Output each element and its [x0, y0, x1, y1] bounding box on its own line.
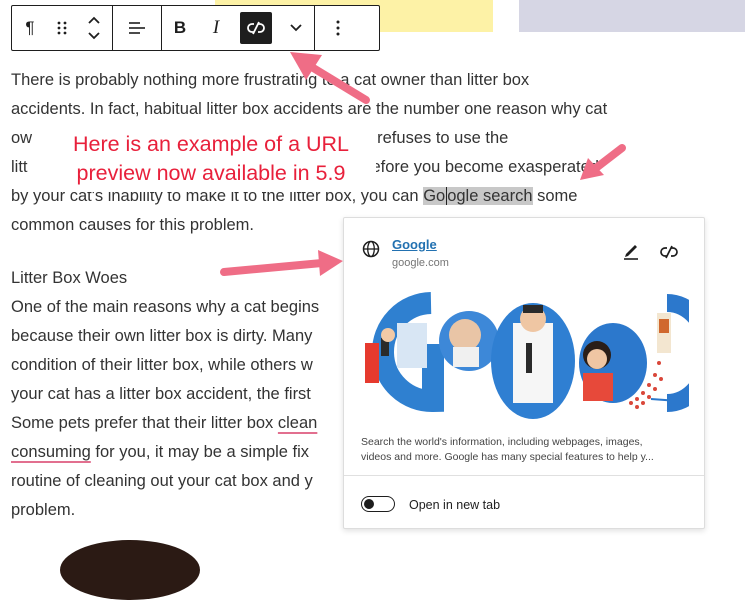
text-line: condition of their litter box, while oth… [11, 356, 313, 374]
block-controls-group: ¶ [12, 6, 113, 50]
text-line: common causes for this problem. [11, 216, 255, 234]
align-left-icon [129, 22, 145, 34]
globe-icon [362, 240, 380, 258]
selected-link-google-search[interactable]: Go ogle search [423, 187, 533, 205]
link-text-start: Go [423, 187, 446, 205]
italic-icon: I [212, 17, 220, 38]
unlink-button[interactable] [234, 6, 278, 50]
format-group: B I [162, 6, 315, 50]
background-lilac-block [519, 0, 745, 32]
link-description: Search the world's information, includin… [361, 435, 691, 465]
options-group [315, 6, 361, 50]
italic-button[interactable]: I [198, 6, 234, 50]
align-button[interactable] [113, 6, 161, 50]
unlink-button-active [240, 12, 272, 44]
options-button[interactable] [315, 6, 361, 50]
open-new-tab-toggle[interactable] [361, 496, 395, 512]
background-dark-shape [60, 540, 200, 600]
text-line: your cat has a litter box accident, the … [11, 385, 311, 403]
chevron-up-down-icon [88, 16, 100, 40]
text-line: There is probably nothing more frustrati… [11, 71, 530, 89]
more-vertical-icon [336, 20, 340, 36]
block-toolbar: ¶ B I [11, 5, 380, 51]
edit-pencil-icon[interactable] [621, 240, 641, 260]
toggle-knob [364, 499, 374, 509]
callout-line-2: preview now available in 5.9 [76, 161, 346, 185]
paragraph-icon: ¶ [25, 18, 35, 37]
link-description-line: videos and more. Google has many special… [361, 451, 654, 463]
link-preview-popover: Google google.com Search the world's inf… [343, 217, 705, 529]
text-line: accidents. In fact, habitual litter box … [11, 100, 608, 118]
text-line: for you, it may be a simple fix [95, 443, 310, 461]
text-line: One of the main reasons why a cat begins [11, 298, 320, 316]
text-line: ow [11, 129, 33, 147]
link-url: google.com [392, 257, 449, 269]
unlink-icon [247, 21, 265, 35]
link-title[interactable]: Google [392, 237, 437, 252]
text-line: because their own litter box is dirty. M… [11, 327, 313, 345]
move-up-down-button[interactable] [76, 6, 112, 50]
spellcheck-underlined-word: clean [277, 414, 318, 432]
callout-line-1: Here is an example of a URL [72, 132, 350, 156]
more-formats-button[interactable] [278, 6, 314, 50]
chevron-down-icon [290, 24, 302, 32]
text-line: some [537, 187, 578, 205]
drag-handle[interactable] [48, 6, 76, 50]
text-line: efore you become exasperated [371, 158, 599, 176]
text-line: routine of cleaning out your cat box and… [11, 472, 313, 490]
unlink-icon[interactable] [659, 242, 679, 262]
bold-button[interactable]: B [162, 6, 198, 50]
link-preview-image [361, 283, 689, 421]
open-new-tab-label: Open in new tab [409, 498, 501, 512]
paragraph-block-button[interactable]: ¶ [12, 6, 48, 50]
link-description-line: Search the world's information, includin… [361, 436, 643, 448]
drag-handle-icon [57, 21, 67, 35]
alignment-group [113, 6, 162, 50]
bold-icon: B [173, 18, 187, 37]
text-line: Some pets prefer that their litter box [11, 414, 274, 432]
spellcheck-underlined-word: consuming [11, 443, 91, 461]
annotation-callout: Here is an example of a URL preview now … [46, 128, 376, 192]
popover-divider [344, 475, 704, 476]
link-text-end: ogle search [447, 187, 533, 205]
text-line: litt [11, 158, 28, 176]
text-line: problem. [11, 501, 76, 519]
